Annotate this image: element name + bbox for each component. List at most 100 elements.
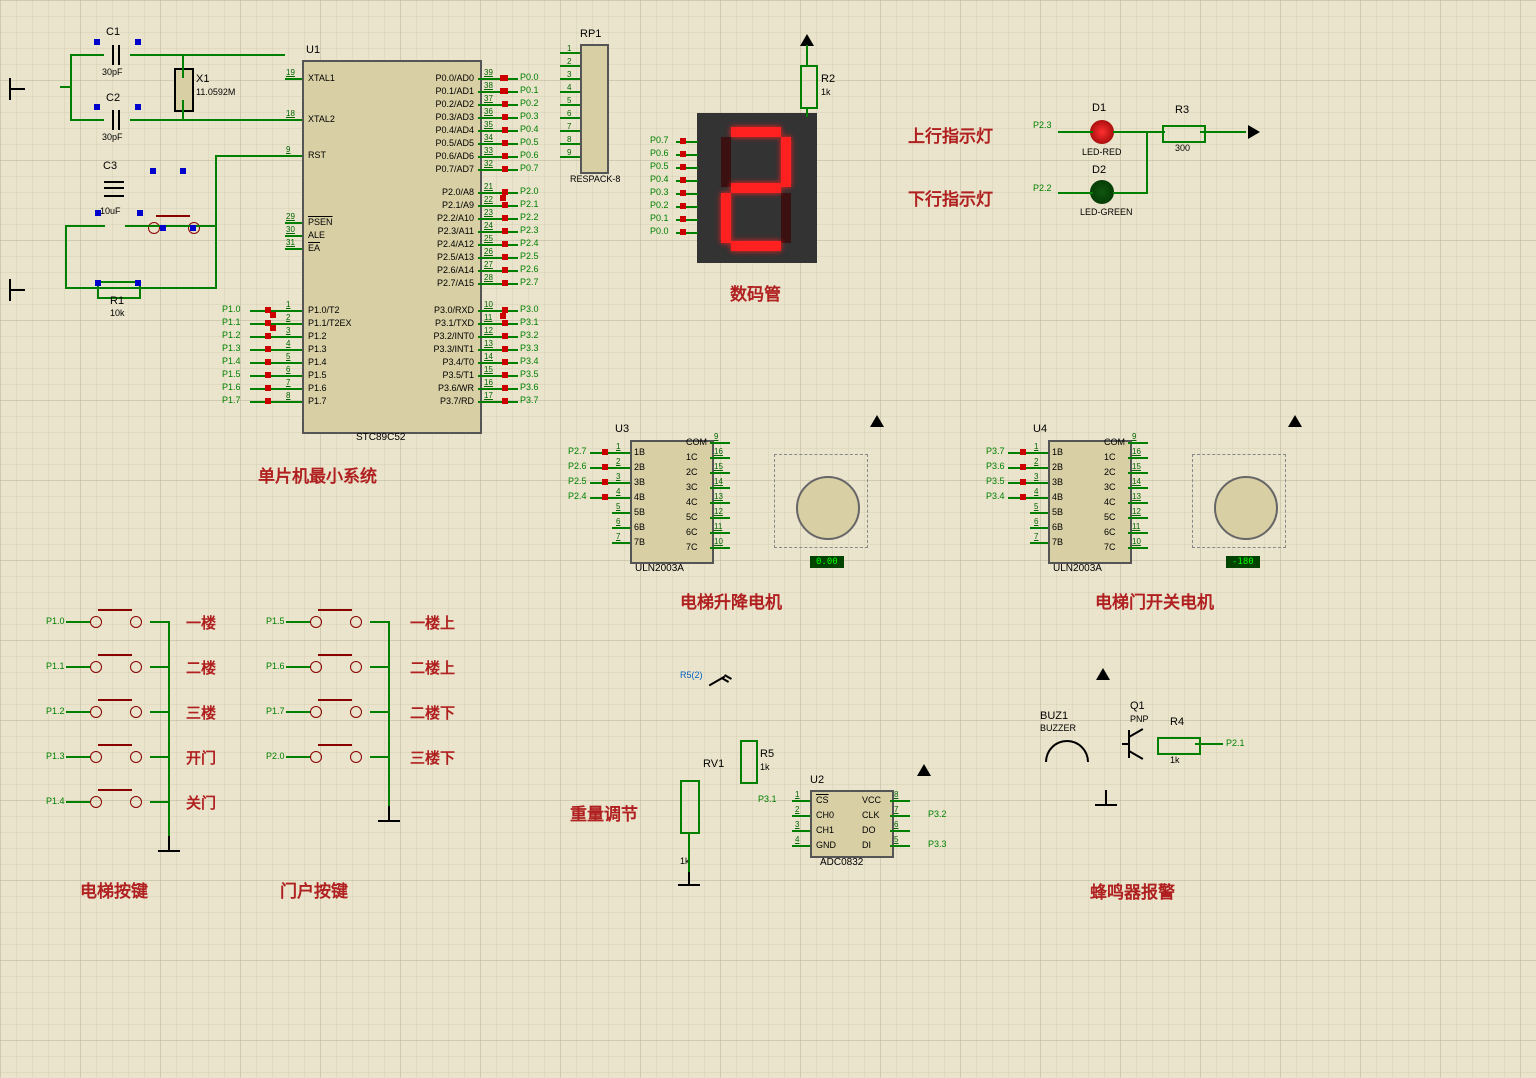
pin-text: P1.3 [308,344,327,354]
net-label: P0.5 [650,161,669,171]
section-lift-motor: 电梯升降电机 [680,588,782,613]
net-label: P1.5 [266,616,285,626]
button-floor-4[interactable] [80,792,150,810]
net-label: P1.4 [222,356,241,366]
net-label: P3.3 [928,839,947,849]
node [680,177,686,183]
net-label: P1.3 [46,751,65,761]
net-label: P0.1 [520,85,539,95]
pin-stub [612,542,630,544]
wire [1200,131,1246,133]
button-floor-3[interactable] [80,747,150,765]
pin-stub [285,310,302,312]
wire [66,756,90,758]
pin-num: 8 [286,391,290,400]
pin-num: 3 [286,326,290,335]
section-buzzer: 蜂鸣器报警 [1090,878,1175,903]
pin-text: 6B [634,522,645,532]
net-label: P1.4 [46,796,65,806]
pin-num: 16 [484,378,493,387]
button-hall-1[interactable] [300,657,370,675]
pin-stub [478,388,518,390]
r1-ref: R1 [110,295,124,307]
resistor-r3 [1162,125,1206,143]
pin-num: 13 [1132,492,1141,501]
pin-stub [285,336,302,338]
pin-stub [710,517,730,519]
pin-num: 12 [1132,507,1141,516]
node [602,464,608,470]
pin-text: XTAL1 [308,73,335,83]
pin-text: 3C [1104,482,1116,492]
wire [182,54,184,78]
r2-val: 1k [821,87,831,97]
pin-text: P0.1/AD1 [435,86,474,96]
button-floor-0[interactable] [80,612,150,630]
button-hall-2[interactable] [300,702,370,720]
wire [286,621,310,623]
button-label: 一楼上 [410,612,455,633]
net-label: P2.1 [520,199,539,209]
pin-text: 7B [1052,537,1063,547]
node [1020,464,1026,470]
wire [806,45,808,65]
net-label: P3.3 [520,343,539,353]
wire [130,119,285,121]
u1-ref: U1 [306,44,320,56]
pin-stub [285,362,302,364]
pin-text: 2C [1104,467,1116,477]
pin-text: P1.4 [308,357,327,367]
node [265,333,271,339]
r5-ref: R5 [760,748,774,760]
pin-text: P1.6 [308,383,327,393]
net-label: P2.6 [520,264,539,274]
pin-stub [710,472,730,474]
node [502,280,508,286]
pin-stub [285,155,302,157]
node [265,359,271,365]
u4-ref: U4 [1033,423,1047,435]
buzzer-net: P2.1 [1226,738,1245,748]
net-label: P2.5 [568,476,587,486]
pin-num: 17 [484,391,493,400]
net-label: P3.4 [520,356,539,366]
pin-text: 5B [1052,507,1063,517]
pin-stub [890,815,910,817]
pin-num: 32 [484,159,493,168]
pin-stub [285,375,302,377]
r1-val: 10k [110,308,125,318]
pin-text: 3C [686,482,698,492]
net-label: P2.2 [520,212,539,222]
pin-text: P0.7/AD7 [435,164,474,174]
pin-num: 27 [484,260,493,269]
led-d1 [1090,120,1114,144]
button-hall-3[interactable] [300,747,370,765]
section-weight: 重量调节 [570,800,638,825]
button-floor-1[interactable] [80,657,150,675]
pin-text: P3.6/WR [438,383,474,393]
section-seg: 数码管 [730,280,781,305]
pin-text: 5C [1104,512,1116,522]
potentiometer-rv1[interactable] [680,780,700,834]
wire [215,155,286,157]
node [265,372,271,378]
pin-stub [478,143,518,145]
pin-text: P2.0/A8 [442,187,474,197]
power-icon [917,764,931,776]
button-hall-0[interactable] [300,612,370,630]
pin-stub [560,91,580,93]
pin-text: P2.7/A15 [437,278,474,288]
wire [150,666,170,668]
reset-button[interactable] [138,218,208,236]
button-floor-2[interactable] [80,702,150,720]
pin-num: 12 [484,326,493,335]
pin-stub [1128,547,1148,549]
net-label: P2.7 [568,446,587,456]
d1-model: LED-RED [1082,147,1122,157]
pin-text: DI [862,840,871,850]
net-label: P1.6 [222,382,241,392]
net-label: P3.2 [520,330,539,340]
node [270,325,276,331]
pin-num: 5 [894,835,898,844]
pin-stub [560,117,580,119]
